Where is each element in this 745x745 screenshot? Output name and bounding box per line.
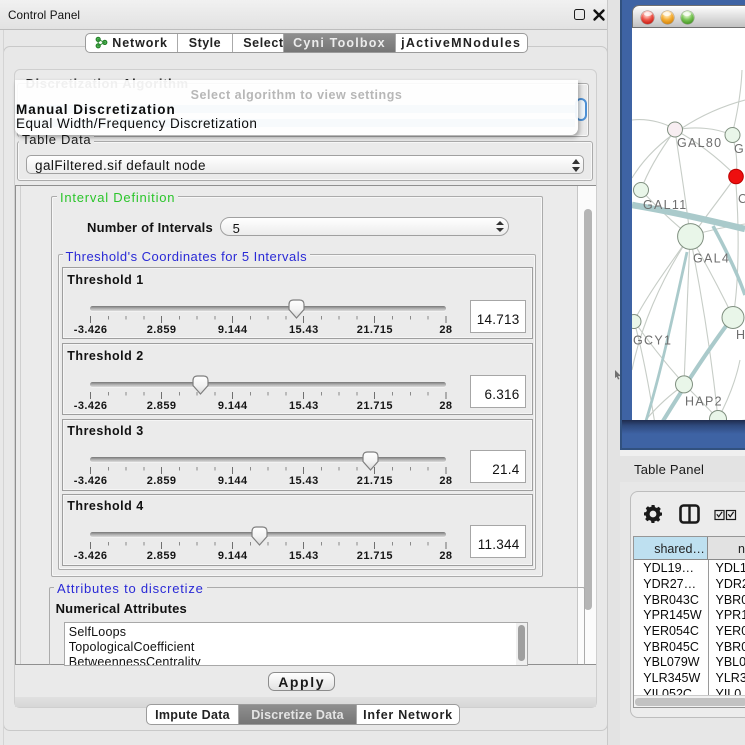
svg-text:GAL4: GAL4 bbox=[693, 252, 730, 266]
svg-text:C: C bbox=[738, 192, 745, 206]
svg-text:GCY1: GCY1 bbox=[633, 334, 672, 348]
svg-text:HAP2: HAP2 bbox=[685, 395, 723, 409]
svg-text:GAL80: GAL80 bbox=[677, 136, 722, 150]
svg-text:GAL11: GAL11 bbox=[643, 198, 688, 212]
svg-text:H: H bbox=[736, 328, 745, 342]
svg-text:GA: GA bbox=[734, 142, 745, 156]
